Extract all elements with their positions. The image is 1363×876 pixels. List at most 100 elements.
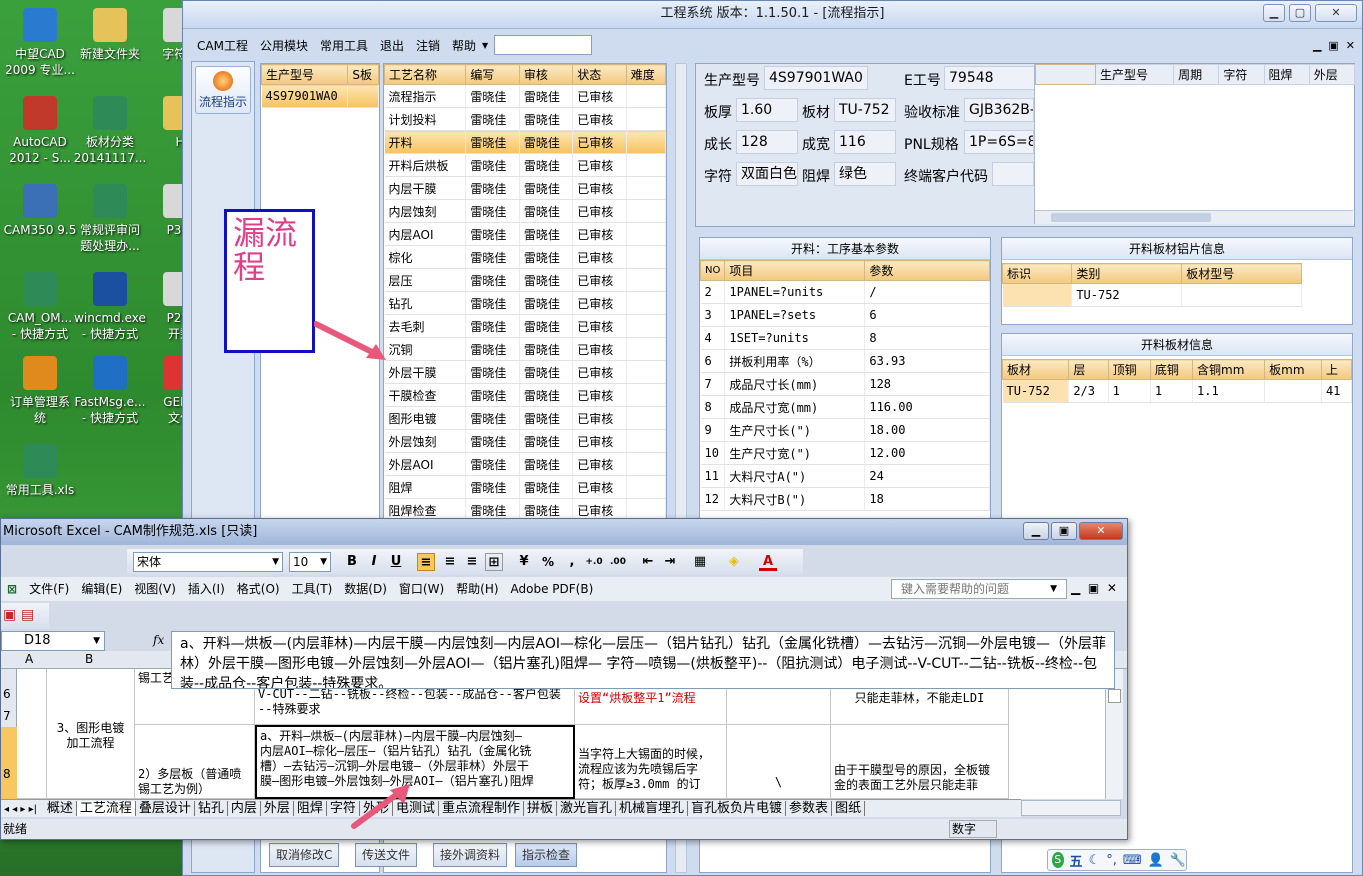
desktop-icon[interactable]: CAM_OM... - 快捷方式	[0, 272, 80, 342]
mat-field[interactable]: TU-752	[834, 98, 896, 122]
desktop-icon[interactable]: 常规评审问 题处理办...	[70, 184, 150, 254]
menu-tools[interactable]: 常用工具	[314, 37, 374, 54]
table-row[interactable]: 4S97901WA0	[261, 84, 379, 108]
desktop-icon[interactable]: AutoCAD 2012 - S...	[0, 96, 80, 166]
sheet-tab[interactable]: 工艺流程	[76, 801, 136, 816]
col-b-header[interactable]: B	[85, 652, 93, 666]
table-row[interactable]: 内层AOI 雷晓佳 雷晓佳 已审核	[384, 222, 666, 246]
wid-field[interactable]: 116	[834, 130, 896, 154]
ime-tray[interactable]: S 五 ☾ °, ⌨ 👤 🔧	[1047, 849, 1187, 871]
menu-help[interactable]: 帮助(H)	[450, 577, 504, 601]
row-8-header[interactable]: 8	[3, 767, 11, 781]
merge-icon[interactable]: ⊞	[485, 553, 503, 571]
col-difficulty[interactable]: 难度	[625, 64, 666, 85]
board-col-header[interactable]: 板材	[1001, 359, 1070, 380]
col-process[interactable]: 工艺名称	[384, 64, 467, 85]
table-row[interactable]: 钻孔 雷晓佳 雷晓佳 已审核	[384, 291, 666, 315]
model-field[interactable]: 4S97901WA0	[764, 66, 868, 90]
col-type[interactable]: 类别	[1071, 263, 1183, 284]
comma-icon[interactable]: ,	[563, 553, 581, 571]
table-row[interactable]: 外层蚀刻 雷晓佳 雷晓佳 已审核	[384, 429, 666, 453]
decrease-decimal-icon[interactable]: .00	[609, 553, 627, 571]
thick-field[interactable]: 1.60	[736, 98, 798, 122]
menu-tools[interactable]: 工具(T)	[286, 577, 339, 601]
outdent-icon[interactable]: ⇤	[639, 553, 657, 571]
borders-icon[interactable]: ▦	[691, 553, 709, 571]
table-row[interactable]: 内层干膜 雷晓佳 雷晓佳 已审核	[384, 176, 666, 200]
table-row[interactable]: 11 大料尺寸A(") 24	[700, 464, 990, 488]
minimize-button[interactable]: ▁	[1263, 4, 1285, 22]
increase-decimal-icon[interactable]: +.0	[585, 553, 603, 571]
board-col-header[interactable]: 顶铜	[1107, 359, 1151, 380]
right-col-header[interactable]: 阻焊	[1263, 64, 1310, 85]
right-col-header[interactable]: 周期	[1173, 64, 1220, 85]
sheet-tab[interactable]: 盲孔板负片电镀	[688, 801, 787, 816]
sheet-tab[interactable]: 激光盲孔	[557, 801, 617, 816]
table-row[interactable]: 干膜检查 雷晓佳 雷晓佳 已审核	[384, 383, 666, 407]
cell-e-main[interactable]: 当字符上大锡面的时候， 流程应该为先喷锡后字 符；板厚≥3.0mm 的订	[575, 725, 727, 799]
menu-edit[interactable]: 编辑(E)	[75, 577, 128, 601]
menu-help[interactable]: 帮助	[446, 37, 482, 54]
sheet-tab[interactable]: 外层	[260, 801, 294, 816]
desktop-icon[interactable]: wincmd.exe - 快捷方式	[70, 272, 150, 342]
excel-hscroll[interactable]	[1021, 800, 1121, 816]
toolbar-combo[interactable]	[494, 35, 593, 55]
send-file-button[interactable]: 传送文件	[355, 843, 418, 867]
align-center-icon[interactable]: ≡	[441, 553, 459, 571]
currency-icon[interactable]: ¥	[515, 553, 533, 571]
sheet-tab[interactable]: 内层	[227, 801, 261, 816]
table-row[interactable]: 8 成品尺寸宽(mm) 116.00	[700, 395, 990, 419]
col-no[interactable]: NO	[699, 260, 726, 281]
right-col-header[interactable]: 字符	[1218, 64, 1265, 85]
table-row[interactable]: 12 大料尺寸B(") 18	[700, 487, 990, 511]
cell-c-main[interactable]: 2）多层板（普通喷 锡工艺为例）	[135, 725, 255, 799]
right-table-scrollbar[interactable]	[1035, 210, 1353, 224]
table-row[interactable]: 开料 雷晓佳 雷晓佳 已审核	[384, 130, 666, 154]
sheet-tab[interactable]: 机械盲埋孔	[616, 801, 689, 816]
menu-window[interactable]: 窗口(W)	[393, 577, 450, 601]
col-a-header[interactable]: A	[25, 652, 33, 666]
table-row[interactable]: 2 1PANEL=?units /	[700, 280, 990, 304]
underline-button[interactable]: U	[387, 553, 405, 571]
board-col-header[interactable]: 上	[1320, 359, 1353, 380]
italic-button[interactable]: I	[365, 553, 383, 571]
formula-bar[interactable]: a、开料—烘板—(内层菲林)—内层干膜—内层蚀刻—内层AOI—棕化—层压—（铝片…	[171, 631, 1115, 689]
excel-close-button[interactable]: ✕	[1079, 522, 1123, 540]
desktop-icon[interactable]: 中望CAD 2009 专业...	[0, 8, 80, 78]
excel-restore-button[interactable]: ▣	[1051, 522, 1077, 540]
table-row[interactable]: 去毛刺 雷晓佳 雷晓佳 已审核	[384, 314, 666, 338]
cancel-edit-button[interactable]: 取消修改C	[269, 843, 340, 867]
pnl-field[interactable]: 1P=6S=8U	[964, 130, 1034, 154]
std-field[interactable]: GJB362B-	[964, 98, 1034, 122]
name-box[interactable]: D18 ▼	[1, 631, 105, 651]
table-row[interactable]: 4 1SET=?units 8	[700, 326, 990, 350]
excel-minimize-button[interactable]: ▁	[1023, 522, 1049, 540]
table-row[interactable]: 9 生产尺寸长(") 18.00	[700, 418, 990, 442]
len-field[interactable]: 128	[736, 130, 798, 154]
table-row[interactable]: 内层蚀刻 雷晓佳 雷晓佳 已审核	[384, 199, 666, 223]
mask-field[interactable]: 绿色	[834, 162, 896, 186]
sheet-tab[interactable]: 重点流程制作	[438, 801, 524, 816]
table-row[interactable]: TU-752 2/3 1 1 1.1 41	[1002, 379, 1353, 403]
table-row[interactable]: 计划投料 雷晓佳 雷晓佳 已审核	[384, 107, 666, 131]
sheet-tab[interactable]: 图纸	[832, 801, 866, 816]
sheet-tab[interactable]: 概述	[43, 801, 77, 816]
external-data-button[interactable]: 接外调资料	[433, 843, 508, 867]
desktop-icon[interactable]: 订单管理系 统	[0, 356, 80, 426]
desktop-icon[interactable]: FastMsg.e... - 快捷方式	[70, 356, 150, 426]
bold-button[interactable]: B	[343, 553, 361, 571]
board-col-header[interactable]: 层	[1068, 359, 1109, 380]
table-row[interactable]: 棕化 雷晓佳 雷晓佳 已审核	[384, 245, 666, 269]
col-s[interactable]: S板	[347, 64, 379, 85]
menu-adobe[interactable]: Adobe PDF(B)	[505, 577, 600, 601]
table-row[interactable]: 3 1PANEL=?sets 6	[700, 303, 990, 327]
col-item[interactable]: 项目	[724, 260, 866, 281]
size-select[interactable]: 10 ▼	[289, 552, 331, 572]
col-value[interactable]: 参数	[864, 260, 990, 281]
board-col-header[interactable]: 含铜mm	[1192, 359, 1266, 380]
row-6-header[interactable]: 6	[3, 687, 11, 701]
menu-exit[interactable]: 退出	[374, 37, 410, 54]
percent-icon[interactable]: %	[539, 553, 557, 571]
sheet-tab[interactable]: 拼板	[523, 801, 557, 816]
menu-logout[interactable]: 注销	[410, 37, 446, 54]
